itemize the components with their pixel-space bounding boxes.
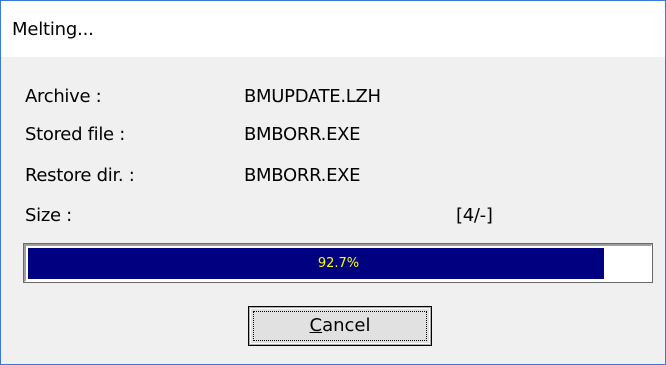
window-title: Melting... [12, 19, 94, 40]
stored-file-value: BMBORR.EXE [244, 124, 361, 145]
cancel-button-label: Cancel [250, 308, 430, 344]
size-label: Size : [25, 205, 72, 226]
progress-percent-text: 92.7% [317, 256, 360, 271]
restore-dir-value: BMBORR.EXE [244, 165, 361, 186]
cancel-mnemonic: C [309, 315, 323, 336]
cancel-button[interactable]: Cancel [249, 307, 431, 345]
title-bar: Melting... [1, 1, 665, 57]
size-value: [4/-] [456, 205, 493, 226]
progress-bar: 92.7% [23, 243, 653, 283]
cancel-label-rest: ancel [322, 315, 371, 336]
restore-dir-label: Restore dir. : [25, 165, 135, 186]
stored-file-label: Stored file : [25, 124, 126, 145]
melting-dialog: Melting... Archive : BMUPDATE.LZH Stored… [0, 0, 666, 365]
archive-value: BMUPDATE.LZH [244, 86, 381, 107]
archive-label: Archive : [25, 86, 102, 107]
